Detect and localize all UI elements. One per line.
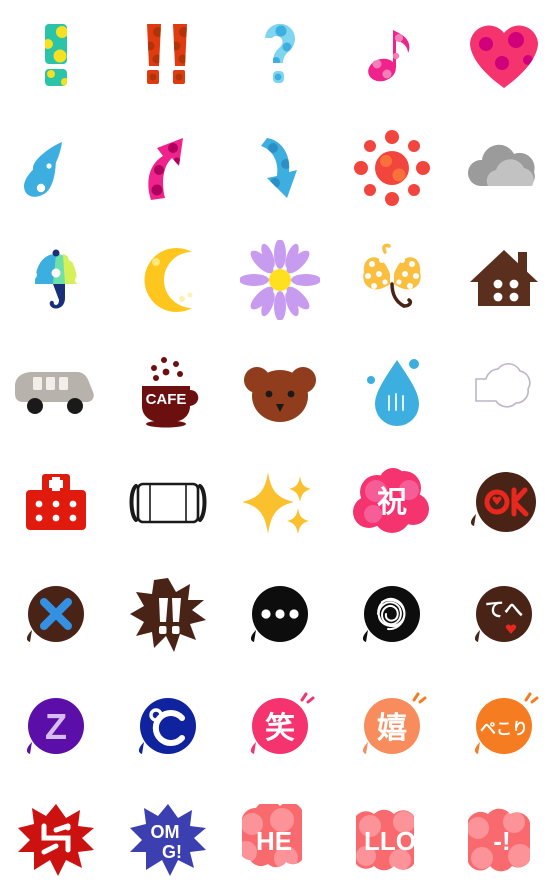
emoji-cell-sleep-bubble-purple[interactable]: Z [0, 672, 112, 784]
svg-text:CAFE: CAFE [146, 391, 187, 408]
music-note-pink-icon [368, 30, 410, 82]
emoji-cell-hello-banner-he[interactable]: HE [224, 784, 336, 896]
sun-red-icon [354, 130, 430, 206]
svg-text:嬉: 嬉 [377, 711, 407, 746]
emoji-cell-question-mark-blue[interactable] [224, 0, 336, 112]
emoji-cell-cafe-cup[interactable]: CAFE [112, 336, 224, 448]
emoji-cell-music-note-pink[interactable] [336, 0, 448, 112]
laugh-bubble-pink-icon: 笑 [250, 692, 315, 754]
svg-text:てへ: てへ [485, 599, 523, 621]
exclamation-mark-teal-icon [45, 24, 67, 86]
svg-text:LLO: LLO [364, 826, 416, 856]
emoji-cell-exclamation-mark-teal[interactable] [0, 0, 112, 112]
hello-banner-dash-icon: -! [468, 808, 530, 872]
emoji-cell-water-droplet-blue[interactable] [336, 336, 448, 448]
emoji-cell-celsius-bubble-navy[interactable] [112, 672, 224, 784]
svg-text:G!: G! [162, 842, 182, 862]
happy-bubble-salmon-icon: 嬉 [362, 692, 427, 754]
double-exclamation-red-icon [147, 24, 187, 84]
emoji-cell-bear-face-brown[interactable] [224, 336, 336, 448]
face-mask-white-icon [129, 482, 207, 524]
emoji-cell-car-gray[interactable] [0, 336, 112, 448]
svg-text:HE: HE [256, 826, 292, 856]
svg-text:ペこり: ペこり [480, 719, 528, 738]
scribble-bubble-black-icon [362, 586, 420, 642]
emoji-cell-ok-bubble-brown[interactable] [448, 448, 560, 560]
sleep-bubble-purple-icon: Z [26, 698, 84, 754]
emoji-cell-water-drops-blue[interactable] [0, 112, 112, 224]
emoji-cell-cloud-gray[interactable] [448, 112, 560, 224]
omg-burst-blue-icon: OM G! [130, 804, 206, 876]
question-mark-blue-icon [265, 23, 295, 83]
emoji-cell-bow-bubble-orange[interactable]: ペこり [448, 672, 560, 784]
emoji-cell-happy-bubble-salmon[interactable]: 嬉 [336, 672, 448, 784]
bear-face-brown-icon [244, 367, 316, 422]
emoji-cell-house-brown[interactable] [448, 224, 560, 336]
butterfly-orange-icon [363, 243, 421, 308]
emoji-cell-celebration-pink-cloud[interactable]: 祝 [336, 448, 448, 560]
emoji-cell-laugh-bubble-pink[interactable]: 笑 [224, 672, 336, 784]
emoji-cell-umbrella-rainbow[interactable] [0, 224, 112, 336]
emoji-cell-ellipsis-bubble-black[interactable] [224, 560, 336, 672]
svg-text:-!: -! [493, 826, 510, 856]
anger-burst-red-icon [18, 804, 94, 876]
double-exclamation-burst-icon [130, 578, 206, 652]
emoji-cell-arrow-up-pink[interactable] [112, 112, 224, 224]
cafe-cup-icon: CAFE [142, 357, 199, 428]
water-droplet-blue-icon [367, 359, 419, 426]
emoji-cell-butterfly-orange[interactable] [336, 224, 448, 336]
emoji-cell-cloud-speech-bubble-white[interactable] [448, 336, 560, 448]
emoji-cell-hospital-red[interactable] [0, 448, 112, 560]
emoji-cell-hello-banner-dash[interactable]: -! [448, 784, 560, 896]
svg-text:OM: OM [151, 822, 180, 842]
emoji-grid: CAFE 祝 てへ Z 笑 嬉 ペこり OM G! HE LLO -! [0, 0, 560, 896]
cloud-speech-bubble-white-icon [475, 363, 531, 408]
bow-bubble-orange-icon: ペこり [474, 692, 539, 754]
ellipsis-bubble-black-icon [250, 586, 308, 642]
hospital-red-icon [26, 474, 86, 530]
emoji-cell-anger-burst-red[interactable] [0, 784, 112, 896]
hello-banner-llo-icon: LLO [356, 809, 416, 871]
emoji-cell-double-exclamation-burst[interactable] [112, 560, 224, 672]
emoji-cell-arrow-down-blue[interactable] [224, 112, 336, 224]
emoji-cell-face-mask-white[interactable] [112, 448, 224, 560]
arrow-up-pink-icon [148, 138, 183, 200]
svg-text:笑: 笑 [265, 711, 295, 746]
flower-purple-icon [240, 240, 320, 320]
heart-pink-icon [470, 25, 538, 88]
cross-bubble-brown-icon [26, 586, 84, 642]
sparkles-yellow-icon [242, 472, 311, 534]
emoji-cell-crescent-moon-yellow[interactable] [112, 224, 224, 336]
emoji-cell-sparkles-yellow[interactable] [224, 448, 336, 560]
emoji-cell-hello-banner-llo[interactable]: LLO [336, 784, 448, 896]
house-brown-icon [470, 250, 538, 306]
emoji-cell-sun-red[interactable] [336, 112, 448, 224]
crescent-moon-yellow-icon [144, 248, 193, 312]
arrow-down-blue-icon [261, 138, 297, 198]
water-drops-blue-icon [24, 142, 62, 197]
car-gray-icon [15, 372, 94, 414]
cloud-gray-icon [467, 144, 535, 186]
emoji-cell-tehe-bubble-brown[interactable]: てへ [448, 560, 560, 672]
emoji-cell-cross-bubble-brown[interactable] [0, 560, 112, 672]
emoji-cell-double-exclamation-red[interactable] [112, 0, 224, 112]
emoji-cell-heart-pink[interactable] [448, 0, 560, 112]
umbrella-rainbow-icon [21, 249, 89, 309]
ok-bubble-brown-icon [470, 472, 536, 532]
svg-text:祝: 祝 [377, 485, 407, 520]
emoji-cell-omg-burst-blue[interactable]: OM G! [112, 784, 224, 896]
emoji-cell-flower-purple[interactable] [224, 224, 336, 336]
svg-text:Z: Z [45, 706, 67, 747]
hello-banner-he-icon: HE [242, 804, 302, 868]
celsius-bubble-navy-icon [138, 698, 196, 754]
tehe-bubble-brown-icon: てへ [474, 586, 532, 642]
emoji-cell-scribble-bubble-black[interactable] [336, 560, 448, 672]
celebration-pink-cloud-icon: 祝 [353, 468, 429, 533]
